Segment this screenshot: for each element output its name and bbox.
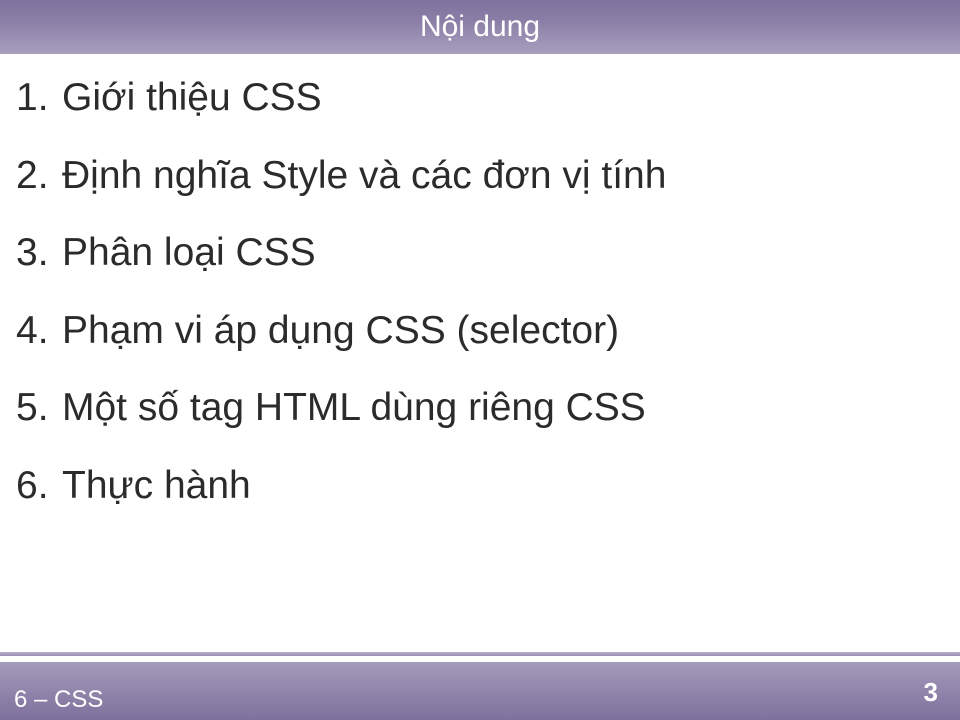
list-item: 2. Định nghĩa Style và các đơn vị tính — [16, 152, 944, 200]
content-list: 1. Giới thiệu CSS 2. Định nghĩa Style và… — [16, 74, 944, 539]
item-number: 5. — [16, 384, 62, 432]
item-text: Phạm vi áp dụng CSS (selector) — [62, 307, 944, 355]
item-text: Một số tag HTML dùng riêng CSS — [62, 384, 944, 432]
slide: Nội dung 1. Giới thiệu CSS 2. Định nghĩa… — [0, 0, 960, 720]
footer-lecture-label: 6 – CSS — [14, 686, 103, 714]
list-item: 4. Phạm vi áp dụng CSS (selector) — [16, 307, 944, 355]
item-number: 4. — [16, 307, 62, 355]
item-number: 1. — [16, 74, 62, 122]
slide-footer: 6 – CSS 3 — [0, 662, 960, 720]
list-item: 6. Thực hành — [16, 462, 944, 510]
list-item: 1. Giới thiệu CSS — [16, 74, 944, 122]
item-number: 2. — [16, 152, 62, 200]
item-number: 3. — [16, 229, 62, 277]
list-item: 3. Phân loại CSS — [16, 229, 944, 277]
list-item: 5. Một số tag HTML dùng riêng CSS — [16, 384, 944, 432]
page-number: 3 — [924, 677, 938, 708]
item-text: Định nghĩa Style và các đơn vị tính — [62, 152, 944, 200]
slide-header: Nội dung — [0, 0, 960, 54]
item-text: Giới thiệu CSS — [62, 74, 944, 122]
item-number: 6. — [16, 462, 62, 510]
item-text: Phân loại CSS — [62, 229, 944, 277]
slide-title: Nội dung — [420, 10, 540, 44]
item-text: Thực hành — [62, 462, 944, 510]
